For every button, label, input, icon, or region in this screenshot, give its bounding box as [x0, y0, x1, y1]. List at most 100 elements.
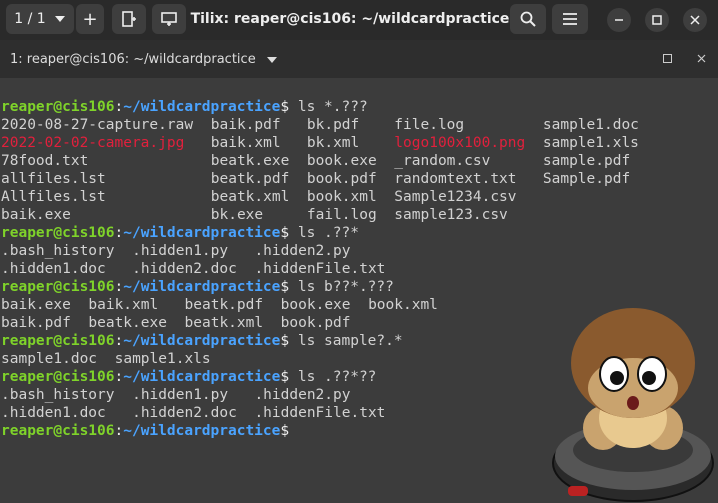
output-line: .hidden1.doc .hidden2.doc .hiddenFile.txt [1, 404, 403, 422]
file-entry: Allfiles.lst [1, 189, 106, 205]
file-entry: baik.pdf [210, 117, 281, 133]
command-text: ls .??* [289, 225, 359, 241]
prompt-user: reaper@cis106 [1, 333, 115, 349]
terminal-output: reaper@cis106:~/wildcardpractice$ ls *.?… [1, 98, 639, 440]
file-entry: baik.pdf [1, 315, 71, 331]
hamburger-menu-icon [563, 13, 577, 25]
file-entry: 78food.txt [1, 153, 89, 169]
minimize-button[interactable] [607, 8, 631, 32]
file-entry: sample1.xls [114, 351, 211, 367]
file-entry: randomtext.txt [394, 171, 517, 187]
file-entry: .hidden1.doc [1, 405, 106, 421]
prompt-user: reaper@cis106 [1, 99, 115, 115]
file-entry: book.pdf [306, 171, 377, 187]
maximize-icon [652, 15, 662, 25]
file-entry: .bash_history [1, 387, 115, 403]
file-entry: .hidden2.doc [132, 261, 237, 277]
file-entry: .hidden2.py [254, 387, 351, 403]
output-line: 78food.txt beatk.exe book.exe _random.csv sa… [1, 152, 630, 170]
prompt-dollar: $ [280, 333, 290, 349]
prompt-separator: : [114, 369, 124, 385]
prompt-dollar: $ [280, 99, 290, 115]
output-line: .hidden1.doc .hidden2.doc .hiddenFile.txt [1, 260, 403, 278]
file-entry: .hiddenFile.txt [254, 261, 386, 277]
file-entry: beatk.xml [210, 189, 290, 205]
prompt-path: ~/wildcardpractice [123, 225, 281, 241]
file-entry: Sample1234.csv [394, 189, 517, 205]
file-entry: sample1.doc [542, 117, 639, 133]
file-entry: beatk.pdf [210, 171, 290, 187]
prompt-line: reaper@cis106:~/wildcardpractice$ ls *.?… [1, 98, 403, 116]
file-entry: allfiles.lst [1, 171, 106, 187]
prompt-user: reaper@cis106 [1, 369, 115, 385]
prompt-line: reaper@cis106:~/wildcardpractice$ ls sam… [1, 332, 403, 350]
split-right-button[interactable] [112, 4, 146, 34]
command-text: ls sample?.* [289, 333, 403, 349]
file-entry: logo100x100.png [394, 135, 526, 151]
output-line: .bash_history .hidden1.py .hidden2.py [1, 242, 403, 260]
output-line: Allfiles.lst beatk.xml book.xml Sample1234.… [1, 188, 517, 206]
output-line: 2022-02-02-camera.jpg baik.xml bk.xml logo1… [1, 134, 639, 152]
prompt-separator: : [114, 279, 124, 295]
terminal-tab-bar: 1: reaper@cis106: ~/wildcardpractice [0, 40, 718, 78]
session-label: 1 / 1 [14, 11, 46, 27]
chevron-down-icon [54, 16, 65, 22]
prompt-path: ~/wildcardpractice [123, 333, 281, 349]
file-entry: .hidden2.py [254, 243, 351, 259]
terminal-close-icon[interactable] [697, 54, 706, 63]
file-entry: baik.xml [88, 297, 159, 313]
split-down-button[interactable] [152, 4, 186, 34]
terminal-maximize-icon[interactable] [663, 54, 672, 63]
command-text: ls .??*?? [289, 369, 377, 385]
file-entry: .bash_history [1, 243, 115, 259]
file-entry: fail.log [306, 207, 377, 223]
terminal-area[interactable]: reaper@cis106:~/wildcardpractice$ ls *.?… [0, 78, 718, 503]
close-button[interactable] [683, 8, 707, 32]
file-entry: bk.xml [306, 135, 360, 151]
prompt-separator: : [114, 423, 124, 439]
file-entry: beatk.exe [210, 153, 290, 169]
command-text: ls b??*.??? [289, 279, 394, 295]
file-entry: baik.exe [1, 297, 71, 313]
chevron-down-icon[interactable] [266, 56, 278, 64]
file-entry: bk.exe [210, 207, 264, 223]
prompt-user: reaper@cis106 [1, 423, 115, 439]
file-entry: baik.xml [210, 135, 281, 151]
command-text: ls *.??? [289, 99, 368, 115]
prompt-line: reaper@cis106:~/wildcardpractice$ ls .??… [1, 224, 403, 242]
terminal-title[interactable]: 1: reaper@cis106: ~/wildcardpractice [10, 52, 256, 67]
output-line: 2020-08-27-capture.raw baik.pdf bk.pdf file… [1, 116, 639, 134]
prompt-dollar: $ [280, 423, 290, 439]
prompt-line: reaper@cis106:~/wildcardpractice$ ls b??… [1, 278, 403, 296]
prompt-dollar: $ [280, 279, 290, 295]
search-button[interactable] [510, 4, 546, 34]
split-down-icon [161, 12, 177, 26]
prompt-user: reaper@cis106 [1, 225, 115, 241]
file-entry: 2022-02-02-camera.jpg [1, 135, 185, 151]
search-icon [520, 11, 536, 27]
prompt-path: ~/wildcardpractice [123, 369, 281, 385]
file-entry: sample.pdf [542, 153, 631, 169]
maximize-button[interactable] [645, 8, 669, 32]
session-switcher-button[interactable]: 1 / 1 [6, 4, 74, 34]
prompt-separator: : [114, 333, 124, 349]
file-entry: _random.csv [394, 153, 491, 169]
prompt-path: ~/wildcardpractice [123, 423, 281, 439]
file-entry: book.pdf [280, 315, 351, 331]
file-entry: sample123.csv [394, 207, 508, 223]
prompt-separator: : [114, 225, 124, 241]
file-entry: .hidden1.doc [1, 261, 106, 277]
file-entry: file.log [394, 117, 465, 133]
plus-icon: + [82, 8, 98, 30]
goomba-mascot-illustration [552, 308, 714, 502]
close-icon [690, 15, 700, 25]
prompt-user: reaper@cis106 [1, 279, 115, 295]
split-right-icon [122, 11, 136, 27]
file-entry: beatk.pdf [184, 297, 264, 313]
hamburger-menu-button[interactable] [552, 4, 588, 34]
add-session-button[interactable]: + [76, 4, 104, 34]
file-entry: Sample.pdf [542, 171, 631, 187]
title-bar: 1 / 1 + Tilix: reaper@cis106: ~/wildcard… [0, 0, 718, 40]
prompt-dollar: $ [280, 369, 290, 385]
prompt-path: ~/wildcardpractice [123, 279, 281, 295]
